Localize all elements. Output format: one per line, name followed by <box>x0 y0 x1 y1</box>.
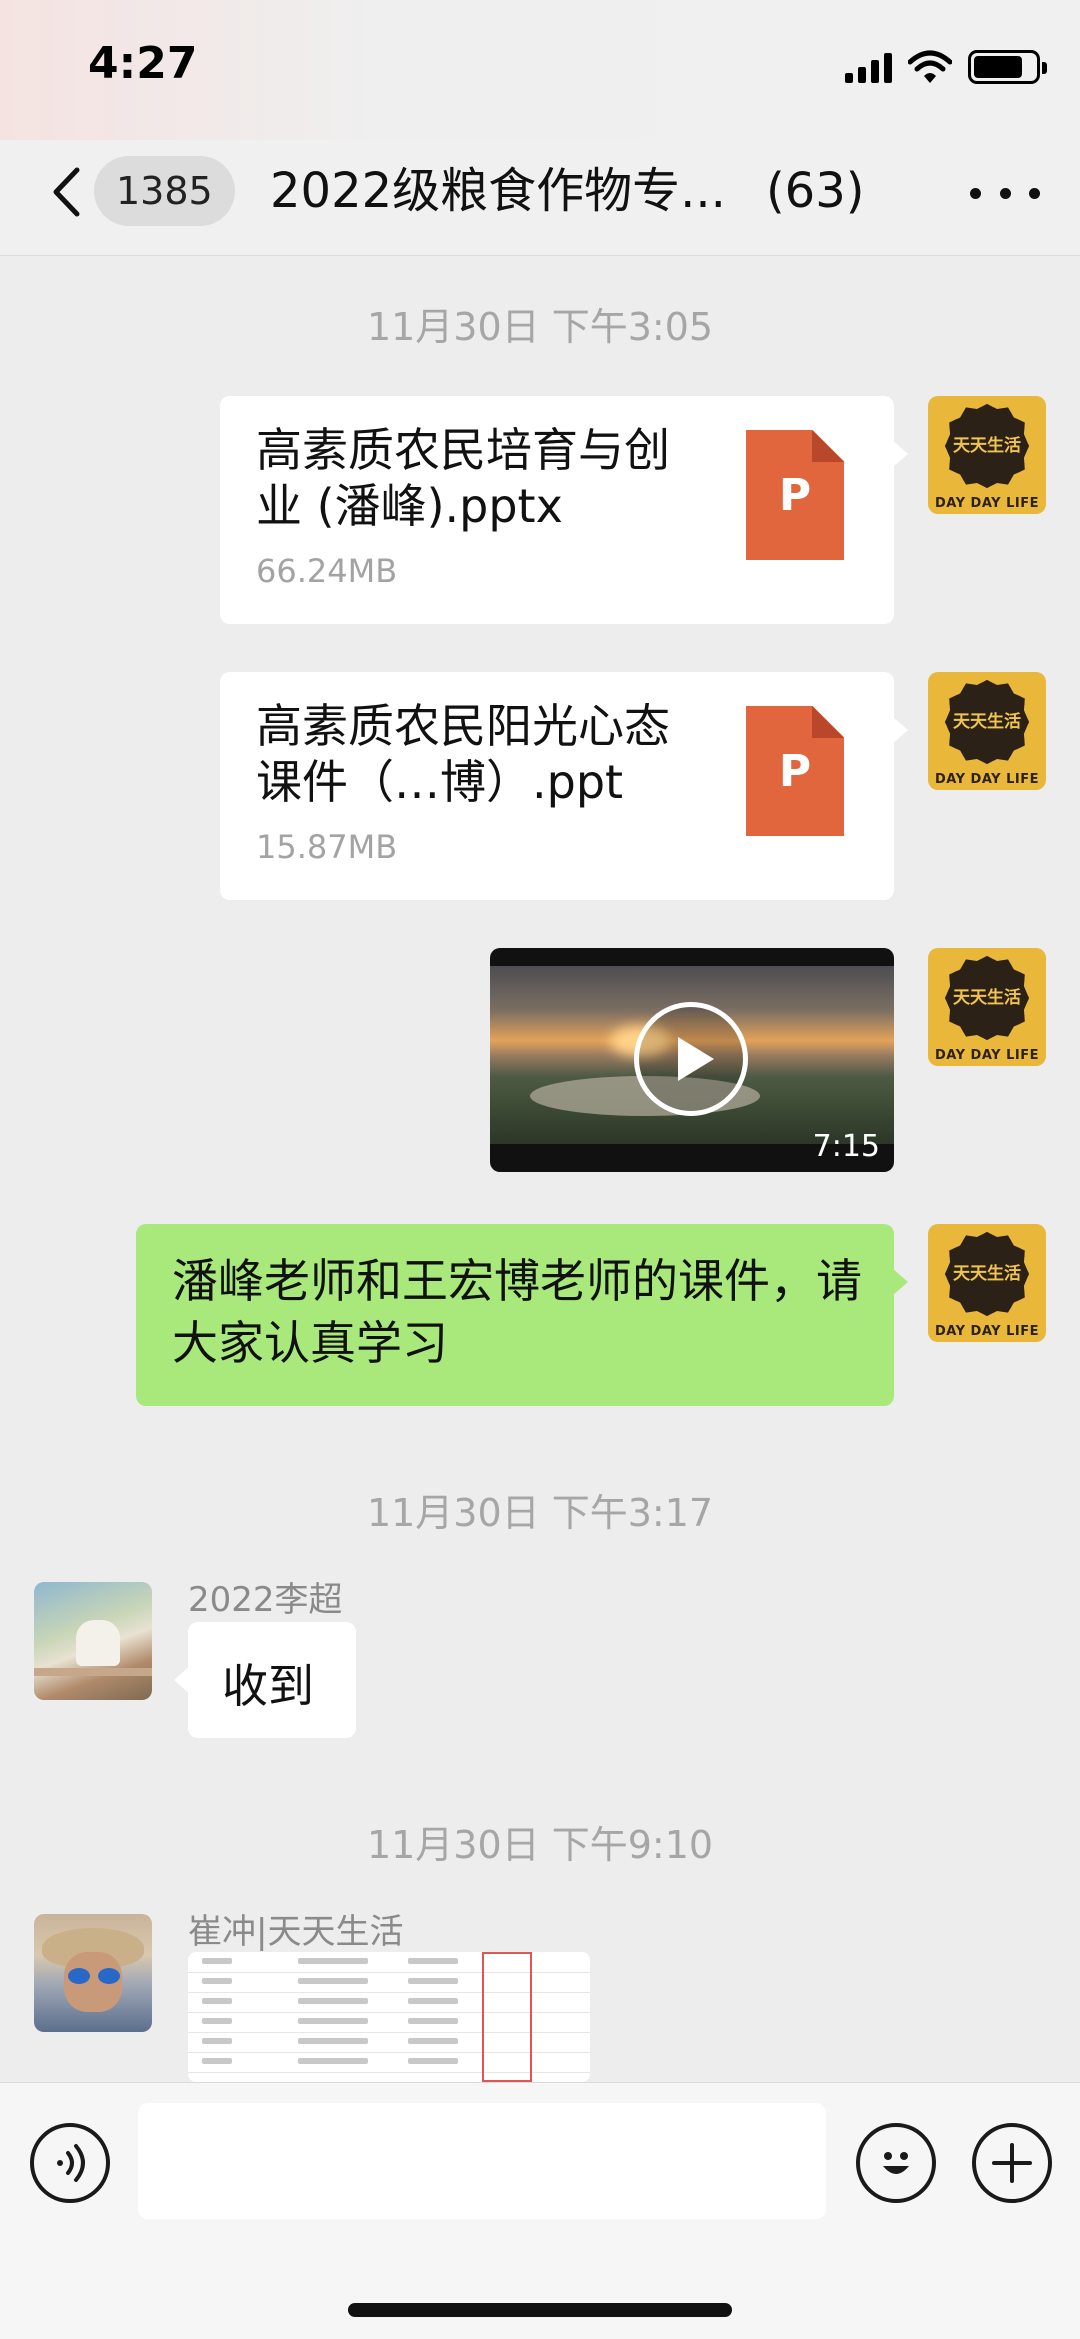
video-duration: 7:15 <box>812 1129 880 1164</box>
message-text: 潘峰老师和王宏博老师的课件，请大家认真学习 <box>172 1254 862 1370</box>
wifi-icon <box>908 50 952 83</box>
text-message[interactable]: 收到 <box>174 1622 356 1738</box>
member-count: (63) <box>765 163 865 219</box>
emoji-icon <box>883 2152 909 2174</box>
file-size: 66.24MB <box>256 552 398 590</box>
text-message[interactable]: 潘峰老师和王宏博老师的课件，请大家认真学习 <box>136 1224 908 1406</box>
message-text: 收到 <box>222 1659 314 1713</box>
emoji-button[interactable] <box>856 2123 936 2203</box>
avatar[interactable] <box>34 1582 152 1700</box>
sender-name: 2022李超 <box>188 1580 343 1620</box>
message-timestamp: 11月30日 下午3:05 <box>366 305 714 349</box>
pptx-file-icon: P <box>746 430 844 560</box>
dot-icon <box>1029 187 1040 199</box>
home-indicator <box>348 2303 732 2317</box>
status-time: 4:27 <box>88 38 198 89</box>
battery-icon <box>968 50 1047 84</box>
add-button[interactable] <box>972 2123 1052 2203</box>
voice-icon <box>57 2144 85 2182</box>
file-message[interactable]: 高素质农民阳光心态课件（…博）.ppt 15.87MB P <box>220 672 908 900</box>
unread-count-badge[interactable]: 1385 <box>94 156 235 226</box>
plus-icon <box>992 2143 1032 2183</box>
file-name: 高素质农民培育与创业 (潘峰).pptx <box>256 423 670 533</box>
message-input[interactable] <box>138 2103 826 2219</box>
message-timestamp: 11月30日 下午3:17 <box>366 1491 714 1535</box>
video-message[interactable]: 7:15 <box>490 948 894 1172</box>
avatar[interactable]: 天天 生活 DAY DAY LIFE <box>928 396 1046 514</box>
avatar[interactable] <box>34 1914 152 2032</box>
status-bar: 4:27 <box>0 0 1080 140</box>
avatar[interactable]: 天天 生活 DAY DAY LIFE <box>928 672 1046 790</box>
avatar[interactable]: 天天 生活 DAY DAY LIFE <box>928 1224 1046 1342</box>
voice-button[interactable] <box>30 2123 110 2203</box>
input-bar <box>0 2082 1080 2339</box>
play-icon[interactable] <box>634 1002 748 1116</box>
more-options-button[interactable] <box>970 168 1040 218</box>
file-name: 高素质农民阳光心态课件（…博）.ppt <box>256 699 670 809</box>
chevron-left-icon <box>53 167 80 217</box>
file-size: 15.87MB <box>256 828 398 866</box>
chat-title[interactable]: 2022级粮食作物专... (63) <box>270 160 864 222</box>
highlight-box <box>482 1952 532 2082</box>
file-message[interactable]: 高素质农民培育与创业 (潘峰).pptx 66.24MB P <box>220 396 908 624</box>
sender-name: 崔冲|天天生活 <box>188 1912 404 1952</box>
status-icons <box>845 50 1047 84</box>
dot-icon <box>999 187 1011 199</box>
ppt-file-icon: P <box>746 706 844 836</box>
back-button[interactable] <box>36 160 96 224</box>
group-name: 2022级粮食作物专... <box>270 163 726 219</box>
message-timestamp: 11月30日 下午9:10 <box>366 1823 714 1867</box>
avatar[interactable]: 天天 生活 DAY DAY LIFE <box>928 948 1046 1066</box>
image-message[interactable] <box>188 1952 590 2082</box>
signal-icon <box>845 51 892 83</box>
chat-header: 1385 2022级粮食作物专... (63) <box>0 140 1080 256</box>
dot-icon <box>970 187 981 199</box>
